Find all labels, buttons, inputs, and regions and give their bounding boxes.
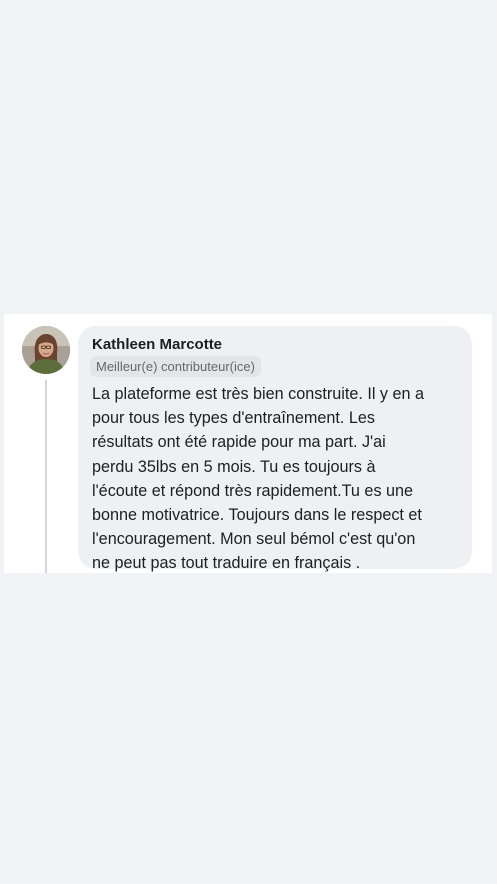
thread-line (45, 380, 47, 573)
avatar[interactable] (22, 326, 70, 374)
contributor-badge[interactable]: Meilleur(e) contributeur(ice) (90, 356, 261, 377)
comment-card: Kathleen Marcotte Meilleur(e) contribute… (4, 314, 492, 573)
comment-bubble: Kathleen Marcotte Meilleur(e) contribute… (78, 326, 472, 572)
author-name[interactable]: Kathleen Marcotte (92, 336, 222, 353)
comment-text: La plateforme est très bien construite. … (92, 385, 425, 573)
profile-photo (22, 326, 70, 374)
